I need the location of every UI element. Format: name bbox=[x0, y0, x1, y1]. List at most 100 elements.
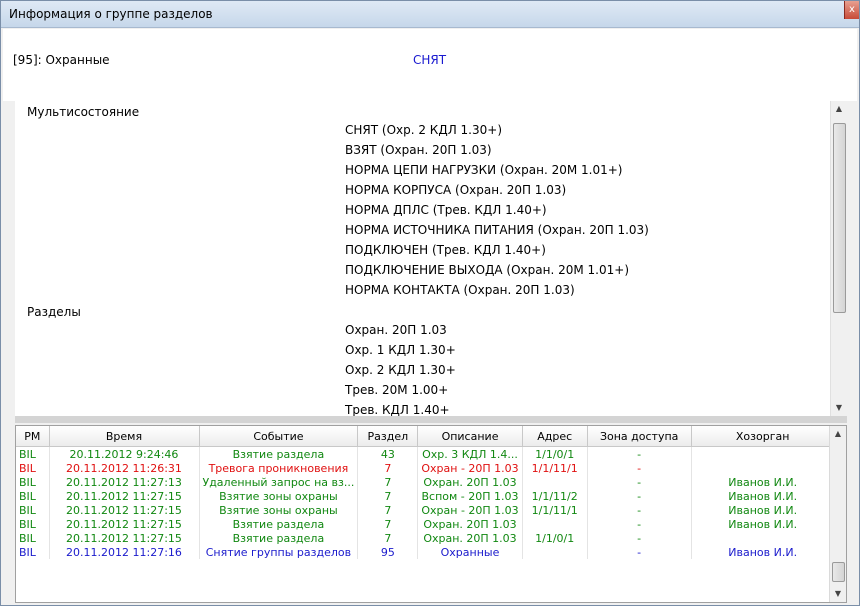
panel-splitter[interactable] bbox=[15, 416, 847, 423]
table-row[interactable]: BIL 20.11.2012 11:26:31 Тревога проникнове… bbox=[16, 461, 835, 475]
section-item: Охр. 2 КДЛ 1.30+ bbox=[345, 363, 456, 377]
table-cell: 1/1/0/1 bbox=[522, 531, 588, 545]
table-cell: Охран. 20П 1.03 bbox=[417, 517, 523, 531]
table-cell: Снятие группы разделов bbox=[199, 545, 359, 559]
table-cell: 7 bbox=[357, 503, 419, 517]
table-cell bbox=[691, 446, 835, 461]
multistate-item: НОРМА КОРПУСА (Охран. 20П 1.03) bbox=[345, 183, 567, 197]
scroll-up-icon[interactable]: ▲ bbox=[830, 426, 846, 442]
table-cell: 1/1/11/1 bbox=[522, 461, 588, 475]
group-state: СНЯТ bbox=[413, 53, 447, 67]
table-cell: Охран. 20П 1.03 bbox=[417, 531, 523, 545]
table-cell: 7 bbox=[357, 489, 419, 503]
group-header: [95]: Охранные СНЯТ bbox=[3, 29, 857, 101]
column-header[interactable]: Хозорган bbox=[691, 426, 835, 447]
table-cell: 20.11.2012 11:27:15 bbox=[49, 489, 200, 503]
scroll-thumb[interactable] bbox=[832, 562, 845, 582]
close-icon: x bbox=[849, 4, 855, 15]
table-header: РМ Время Событие Раздел Описание Адрес Зона до… bbox=[16, 426, 835, 447]
scroll-down-icon[interactable]: ▼ bbox=[830, 586, 846, 602]
table-cell: 20.11.2012 11:27:15 bbox=[49, 517, 200, 531]
multistate-item: ПОДКЛЮЧЕНИЕ ВЫХОДА (Охран. 20М 1.01+) bbox=[345, 263, 629, 277]
table-row[interactable]: BIL 20.11.2012 11:27:15 Взятие зоны охраны… bbox=[16, 489, 835, 503]
column-header[interactable]: Зона доступа bbox=[587, 426, 692, 447]
table-cell: 20.11.2012 11:27:16 bbox=[49, 545, 200, 559]
table-cell: BIL bbox=[16, 545, 50, 559]
table-row[interactable]: BIL 20.11.2012 11:27:16 Снятие группы разд… bbox=[16, 545, 835, 559]
table-cell: 1/1/0/1 bbox=[522, 446, 588, 461]
table-cell: 7 bbox=[357, 461, 419, 475]
table-cell: - bbox=[587, 503, 692, 517]
table-cell: Охран. 20П 1.03 bbox=[417, 475, 523, 489]
table-cell: Взятие зоны охраны bbox=[199, 489, 359, 503]
table-cell bbox=[691, 531, 835, 545]
title-bar: Информация о группе разделов x bbox=[1, 1, 859, 28]
table-cell: Иванов И.И. bbox=[691, 475, 835, 489]
multistate-label: Мультисостояние bbox=[27, 105, 140, 119]
table-cell: - bbox=[587, 545, 692, 559]
table-cell: Вспом - 20П 1.03 bbox=[417, 489, 523, 503]
table-cell: Иванов И.И. bbox=[691, 517, 835, 531]
table-cell: BIL bbox=[16, 531, 50, 545]
column-header[interactable]: Адрес bbox=[522, 426, 588, 447]
table-cell: Тревога проникновения bbox=[199, 461, 359, 475]
sections-label: Разделы bbox=[27, 305, 81, 319]
multistate-item: СНЯТ (Охр. 2 КДЛ 1.30+) bbox=[345, 123, 502, 137]
table-cell: BIL bbox=[16, 461, 50, 475]
table-cell: Взятие раздела bbox=[199, 531, 359, 545]
multistate-item: НОРМА ИСТОЧНИКА ПИТАНИЯ (Охран. 20П 1.03… bbox=[345, 223, 649, 237]
window-title: Информация о группе разделов bbox=[9, 7, 213, 21]
table-cell: 1/1/11/2 bbox=[522, 489, 588, 503]
table-cell: Иванов И.И. bbox=[691, 545, 835, 559]
table-cell: Охранные bbox=[417, 545, 523, 559]
table-cell: 20.11.2012 11:27:15 bbox=[49, 503, 200, 517]
table-cell: Иванов И.И. bbox=[691, 489, 835, 503]
table-cell bbox=[522, 517, 588, 531]
table-cell: 7 bbox=[357, 531, 419, 545]
multistate-item: ВЗЯТ (Охран. 20П 1.03) bbox=[345, 143, 492, 157]
table-cell: Взятие зоны охраны bbox=[199, 503, 359, 517]
column-header[interactable]: Описание bbox=[417, 426, 523, 447]
section-item: Трев. КДЛ 1.40+ bbox=[345, 403, 450, 416]
events-table-container: РМ Время Событие Раздел Описание Адрес Зона до… bbox=[15, 425, 847, 603]
table-cell: 20.11.2012 9:24:46 bbox=[49, 446, 200, 461]
events-table: РМ Время Событие Раздел Описание Адрес Зона до… bbox=[16, 426, 835, 559]
table-cell: - bbox=[587, 489, 692, 503]
table-row[interactable]: BIL 20.11.2012 11:27:13 Удаленный запрос н… bbox=[16, 475, 835, 489]
table-row[interactable]: BIL 20.11.2012 11:27:15 Взятие зоны охраны… bbox=[16, 503, 835, 517]
section-item: Трев. 20М 1.00+ bbox=[345, 383, 449, 397]
table-cell: Охран - 20П 1.03 bbox=[417, 461, 523, 475]
column-header[interactable]: Событие bbox=[199, 426, 359, 447]
table-scrollbar[interactable]: ▲ ▼ bbox=[829, 426, 846, 602]
detail-panel[interactable]: Мультисостояние СНЯТ (Охр. 2 КДЛ 1.30+) В… bbox=[15, 101, 847, 416]
table-row[interactable]: BIL 20.11.2012 9:24:46 Взятие раздела 43 Охр… bbox=[16, 446, 835, 461]
table-cell: Иванов И.И. bbox=[691, 503, 835, 517]
table-row[interactable]: BIL 20.11.2012 11:27:15 Взятие раздела 7 Охр… bbox=[16, 531, 835, 545]
scroll-thumb[interactable] bbox=[833, 123, 846, 313]
table-cell: Взятие раздела bbox=[199, 446, 359, 461]
table-cell bbox=[691, 461, 835, 475]
table-cell: 7 bbox=[357, 517, 419, 531]
scroll-up-icon[interactable]: ▲ bbox=[831, 101, 847, 117]
table-cell: BIL bbox=[16, 446, 50, 461]
table-cell: - bbox=[587, 517, 692, 531]
multistate-item: НОРМА КОНТАКТА (Охран. 20П 1.03) bbox=[345, 283, 575, 297]
close-button[interactable]: x bbox=[844, 1, 859, 19]
table-cell: Охран - 20П 1.03 bbox=[417, 503, 523, 517]
detail-scrollbar[interactable]: ▲ ▼ bbox=[830, 101, 847, 416]
group-info-window: Информация о группе разделов x [95]: Охр… bbox=[0, 0, 860, 606]
column-header[interactable]: РМ bbox=[16, 426, 50, 447]
table-cell: 7 bbox=[357, 475, 419, 489]
table-cell bbox=[522, 475, 588, 489]
table-row[interactable]: BIL 20.11.2012 11:27:15 Взятие раздела 7 Охр… bbox=[16, 517, 835, 531]
table-cell: - bbox=[587, 531, 692, 545]
table-cell: Взятие раздела bbox=[199, 517, 359, 531]
table-cell: 20.11.2012 11:27:15 bbox=[49, 531, 200, 545]
column-header[interactable]: Раздел bbox=[357, 426, 419, 447]
section-item: Охр. 1 КДЛ 1.30+ bbox=[345, 343, 456, 357]
multistate-item: НОРМА ЦЕПИ НАГРУЗКИ (Охран. 20М 1.01+) bbox=[345, 163, 623, 177]
table-cell: BIL bbox=[16, 489, 50, 503]
column-header[interactable]: Время bbox=[49, 426, 200, 447]
table-cell: - bbox=[587, 475, 692, 489]
scroll-down-icon[interactable]: ▼ bbox=[831, 400, 847, 416]
